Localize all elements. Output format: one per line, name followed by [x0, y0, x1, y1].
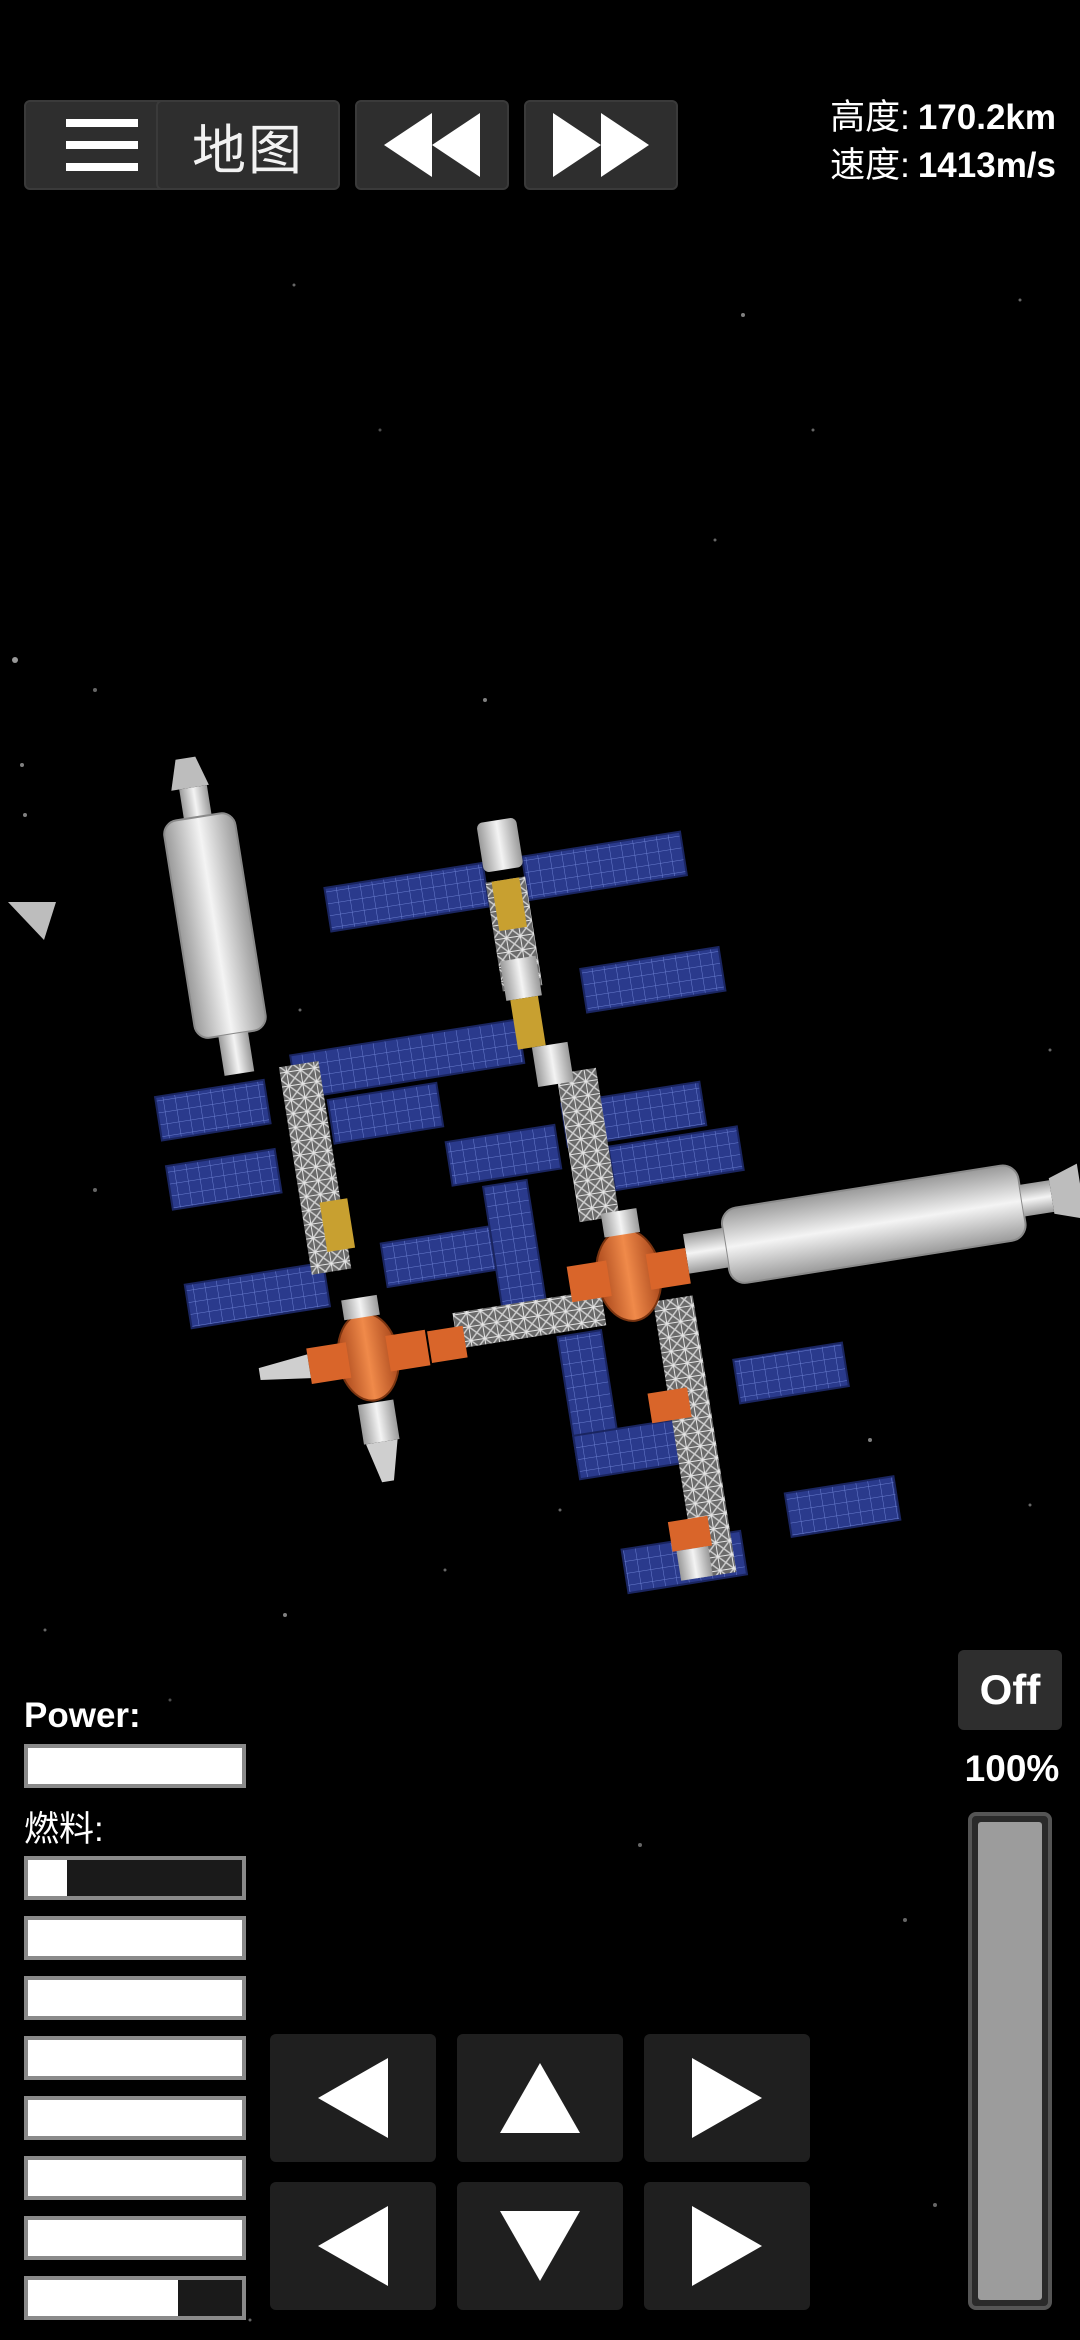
translate-right-icon	[692, 2206, 762, 2286]
rotate-left-icon	[318, 2058, 388, 2138]
thrust-down-icon	[500, 2211, 580, 2281]
altitude-label: 高度:	[830, 98, 910, 137]
velocity-label: 速度:	[830, 146, 910, 185]
fuel-bar	[24, 1856, 246, 1900]
rewind-icon	[384, 113, 480, 177]
altitude-value: 170.2km	[917, 98, 1056, 137]
fuel-bar	[24, 1976, 246, 2020]
throttle-slider[interactable]	[968, 1812, 1052, 2310]
thrust-up-button[interactable]	[457, 2034, 623, 2162]
fuel-bar	[24, 2096, 246, 2140]
fuel-fill	[28, 2220, 242, 2256]
fast-forward-button[interactable]	[524, 100, 678, 190]
velocity-value: 1413m/s	[917, 146, 1056, 185]
fuel-bar	[24, 2036, 246, 2080]
fuel-fill	[28, 2280, 178, 2316]
translate-right-button[interactable]	[644, 2182, 810, 2310]
rotate-right-icon	[692, 2058, 762, 2138]
fuel-fill	[28, 2100, 242, 2136]
translate-left-button[interactable]	[270, 2182, 436, 2310]
fuel-fill	[28, 2040, 242, 2076]
power-fill	[28, 1748, 242, 1784]
fuel-fill	[28, 1920, 242, 1956]
velocity-row: 速度: 1413m/s	[830, 142, 1056, 190]
rotate-left-button[interactable]	[270, 2034, 436, 2162]
direction-indicator-icon	[8, 902, 56, 940]
power-label: Power:	[24, 1696, 141, 1735]
map-button[interactable]: 地图	[156, 100, 340, 190]
fuel-fill	[28, 1980, 242, 2016]
power-bar	[24, 1744, 246, 1788]
fuel-bar	[24, 1916, 246, 1960]
thrust-up-icon	[500, 2063, 580, 2133]
rotate-right-button[interactable]	[644, 2034, 810, 2162]
fuel-bars	[24, 1856, 250, 2320]
fuel-bar	[24, 2216, 246, 2260]
altitude-row: 高度: 170.2km	[830, 94, 1056, 142]
resource-gauges: Power: 燃料:	[24, 1688, 250, 2336]
translate-left-icon	[318, 2206, 388, 2286]
fuel-bar	[24, 2156, 246, 2200]
thrust-down-button[interactable]	[457, 2182, 623, 2310]
throttle-fill	[978, 1822, 1042, 2300]
fuel-label: 燃料:	[24, 1810, 104, 1849]
rewind-button[interactable]	[355, 100, 509, 190]
fuel-fill	[28, 2160, 242, 2196]
fuel-bar	[24, 2276, 246, 2320]
throttle-percent: 100%	[964, 1748, 1060, 1789]
fast-forward-icon	[553, 113, 649, 177]
fuel-fill	[28, 1860, 67, 1896]
engine-toggle-button[interactable]: Off	[958, 1650, 1062, 1730]
hamburger-menu-icon	[66, 119, 138, 171]
telemetry-readout: 高度: 170.2km 速度: 1413m/s	[830, 94, 1056, 190]
